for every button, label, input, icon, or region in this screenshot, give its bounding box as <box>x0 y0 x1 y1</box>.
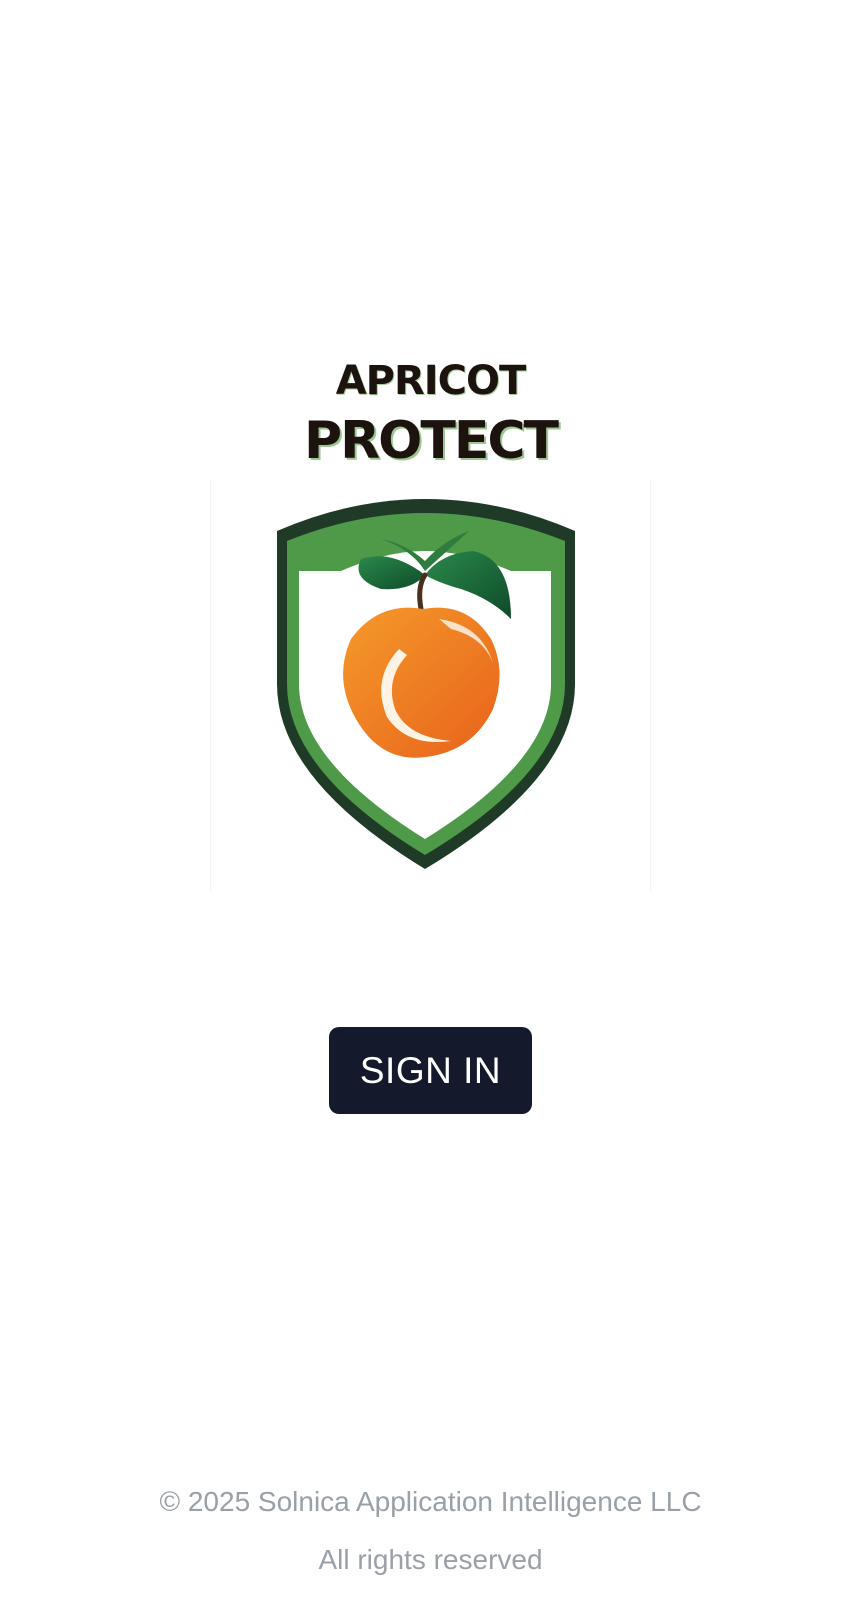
brand-logo: APRICOT PROTECT <box>0 356 861 472</box>
logo-emblem <box>210 479 651 891</box>
brand-name-line-2: PROTECT <box>304 411 559 471</box>
brand-name-line-1: APRICOT <box>335 358 527 404</box>
footer: © 2025 Solnica Application Intelligence … <box>0 1484 861 1578</box>
copyright-text: © 2025 Solnica Application Intelligence … <box>159 1486 702 1517</box>
apricot-shield-icon <box>277 499 575 869</box>
rights-text: All rights reserved <box>318 1544 543 1575</box>
sign-in-button[interactable]: SIGN IN <box>329 1027 532 1114</box>
